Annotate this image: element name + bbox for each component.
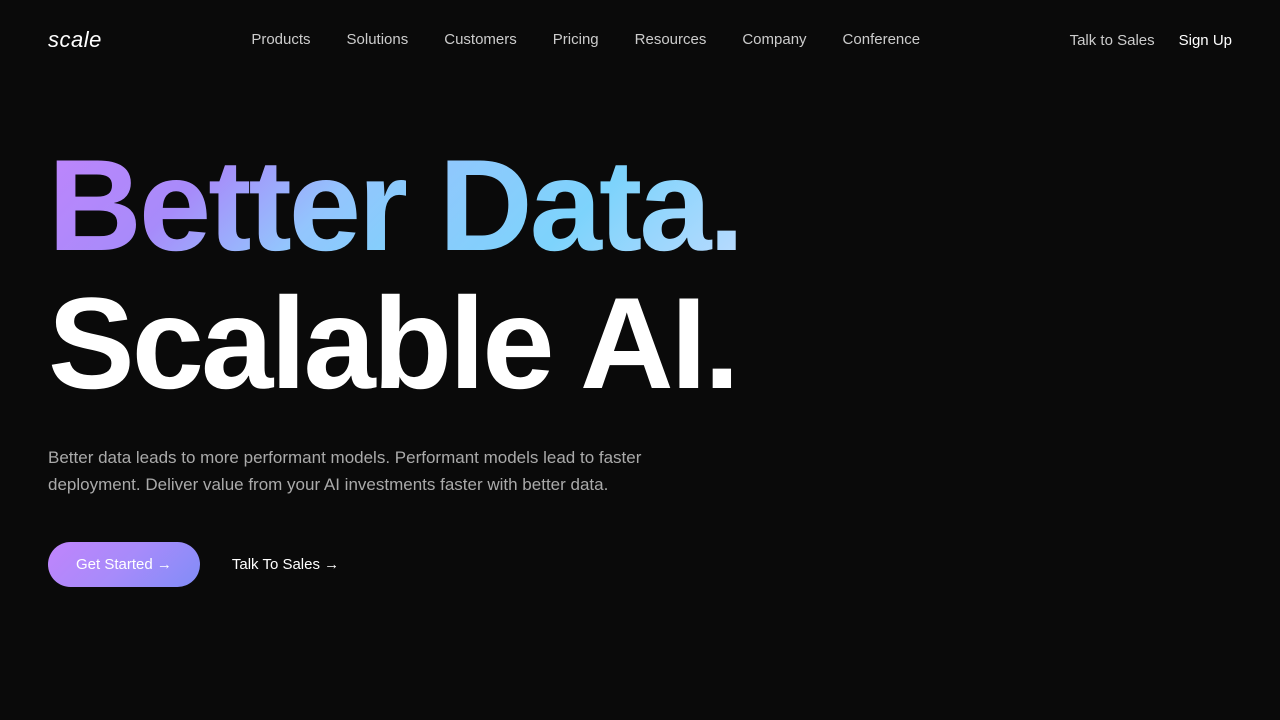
- hero-line-2: Scalable AI.: [48, 278, 1232, 408]
- nav-actions: Talk to Sales Sign Up: [1070, 32, 1232, 49]
- nav-item-conference[interactable]: Conference: [843, 31, 921, 48]
- navigation: scale Products Solutions Customers Prici…: [0, 0, 1280, 80]
- talk-to-sales-button[interactable]: Talk To Sales →: [232, 556, 339, 573]
- nav-item-products[interactable]: Products: [251, 31, 310, 48]
- nav-item-customers[interactable]: Customers: [444, 31, 517, 48]
- nav-item-pricing[interactable]: Pricing: [553, 31, 599, 48]
- nav-item-solutions[interactable]: Solutions: [347, 31, 409, 48]
- hero-headline: Better Data. Scalable AI.: [48, 140, 1232, 408]
- nav-links: Products Solutions Customers Pricing Res…: [251, 31, 920, 49]
- get-started-button[interactable]: Get Started →: [48, 542, 200, 587]
- sign-up-nav[interactable]: Sign Up: [1179, 32, 1232, 49]
- nav-item-resources[interactable]: Resources: [635, 31, 707, 48]
- hero-section: Better Data. Scalable AI. Better data le…: [0, 80, 1280, 587]
- hero-word-data: Data.: [439, 132, 742, 278]
- talk-to-sales-nav[interactable]: Talk to Sales: [1070, 32, 1155, 49]
- nav-item-company[interactable]: Company: [742, 31, 806, 48]
- hero-word-better: Better: [48, 132, 406, 278]
- logo[interactable]: scale: [48, 27, 102, 53]
- hero-description: Better data leads to more performant mod…: [48, 444, 728, 498]
- hero-line-1: Better Data.: [48, 140, 1232, 270]
- hero-cta: Get Started → Talk To Sales →: [48, 542, 1232, 587]
